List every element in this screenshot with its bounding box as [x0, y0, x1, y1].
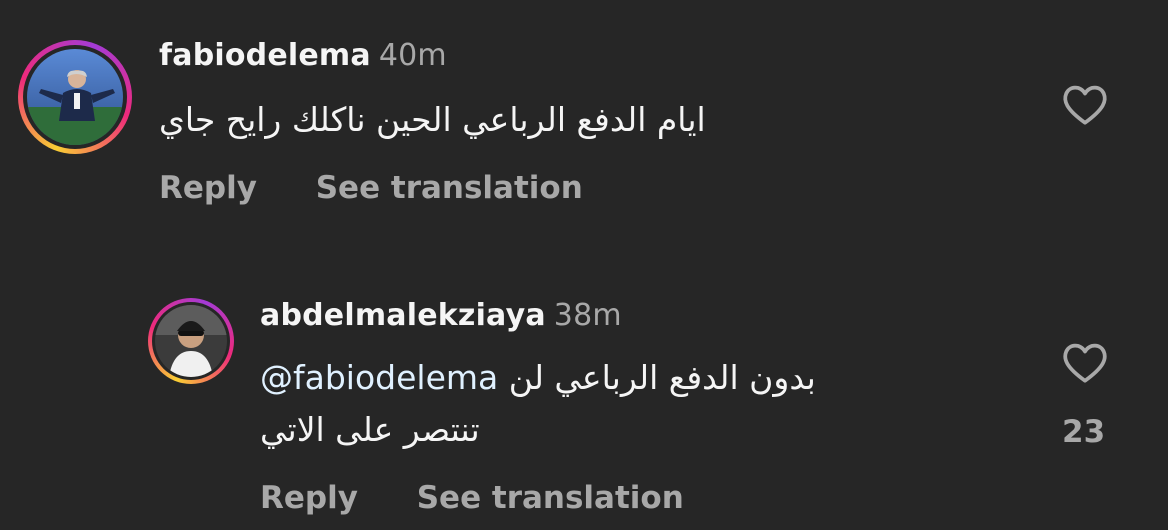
- comment-text-line-1: بدون الدفع الرباعي لن @fabiodelema: [260, 358, 816, 397]
- comment-timestamp: 38m: [553, 298, 622, 333]
- comment-text-line-2: تنتصر على الاتي: [260, 410, 480, 449]
- see-translation-button[interactable]: See translation: [417, 480, 684, 516]
- mention-link[interactable]: @fabiodelema: [260, 358, 498, 397]
- comment-username[interactable]: fabiodelema 40m: [159, 38, 447, 73]
- comment-text-arabic: بدون الدفع الرباعي لن: [508, 358, 816, 397]
- username-text[interactable]: abdelmalekziaya: [260, 298, 546, 333]
- see-translation-button[interactable]: See translation: [316, 170, 583, 206]
- comment-timestamp: 40m: [378, 38, 447, 73]
- avatar-story-ring[interactable]: [148, 298, 234, 384]
- avatar-story-ring[interactable]: [18, 40, 132, 154]
- avatar: [27, 49, 123, 145]
- comment-username[interactable]: abdelmalekziaya 38m: [260, 298, 622, 333]
- like-count[interactable]: 23: [1062, 414, 1105, 450]
- reply-button[interactable]: Reply: [159, 170, 257, 206]
- comment-text: ايام الدفع الرباعي الحين ناكلك رايح جاي: [159, 100, 706, 139]
- comment-actions: Reply See translation: [260, 480, 684, 516]
- username-text[interactable]: fabiodelema: [159, 38, 371, 73]
- heart-outline-icon[interactable]: [1060, 80, 1110, 130]
- reply-button[interactable]: Reply: [260, 480, 358, 516]
- avatar: [155, 305, 227, 377]
- heart-outline-icon[interactable]: [1060, 338, 1110, 388]
- comment-actions: Reply See translation: [159, 170, 583, 206]
